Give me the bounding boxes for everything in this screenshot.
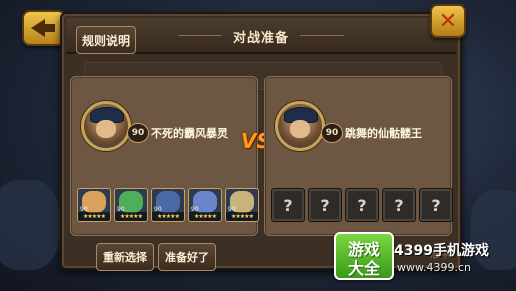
left-player-card: 90 不死的霸风暴灵 90 ★★★★★ 90 ★★★★★ 90 ★★★★★ 90… <box>70 76 259 236</box>
unit-slot[interactable]: 90 ★★★★★ <box>151 188 185 222</box>
watermark-logo: 游戏 大全 <box>334 232 394 280</box>
hidden-unit-slot: ? <box>345 188 379 222</box>
battle-prep-panel: 对战准备 规则说明 90 不死的霸风暴灵 90 ★★★★★ 90 ★★★★★ 9… <box>60 12 462 271</box>
rules-button[interactable]: 规则说明 <box>76 26 136 54</box>
level-badge: 90 <box>321 123 343 143</box>
player-name: 不死的霸风暴灵 <box>151 127 228 140</box>
unit-slot[interactable]: 90 ★★★★★ <box>114 188 148 222</box>
background-rock <box>0 180 60 270</box>
avatar <box>275 101 325 151</box>
avatar <box>81 101 131 151</box>
star-rating: ★★★★★ <box>115 212 147 221</box>
close-icon: ✕ <box>438 8 458 34</box>
panel-header: 对战准备 规则说明 <box>66 18 456 54</box>
unit-slot[interactable]: 90 ★★★★★ <box>188 188 222 222</box>
watermark-url: www.4399.cn <box>397 261 471 274</box>
close-button[interactable]: ✕ <box>430 4 466 38</box>
level-badge: 90 <box>127 123 149 143</box>
right-player-card: 90 跳舞的仙骷髅王 ? ? ? ? ? <box>264 76 453 236</box>
hidden-unit-slot: ? <box>382 188 416 222</box>
player-name: 跳舞的仙骷髅王 <box>345 127 422 140</box>
unit-row: ? ? ? ? ? <box>271 188 453 222</box>
unit-slot[interactable]: 90 ★★★★★ <box>225 188 259 222</box>
hidden-unit-slot: ? <box>308 188 342 222</box>
star-rating: ★★★★★ <box>189 212 221 221</box>
star-rating: ★★★★★ <box>226 212 258 221</box>
hidden-unit-slot: ? <box>419 188 453 222</box>
ready-button[interactable]: 准备好了 <box>158 243 216 271</box>
back-arrow-icon <box>43 24 55 32</box>
watermark-logo-text: 大全 <box>347 259 380 278</box>
hero-face <box>290 120 310 138</box>
watermark-title: 4399手机游戏 <box>394 243 489 259</box>
hero-face <box>96 120 116 138</box>
unit-slot[interactable]: 90 ★★★★★ <box>77 188 111 222</box>
reselect-button[interactable]: 重新选择 <box>96 243 154 271</box>
title-ornament <box>300 35 344 36</box>
star-rating: ★★★★★ <box>152 212 184 221</box>
unit-row: 90 ★★★★★ 90 ★★★★★ 90 ★★★★★ 90 ★★★★★ 90 ★… <box>77 188 259 222</box>
hidden-unit-slot: ? <box>271 188 305 222</box>
star-rating: ★★★★★ <box>78 212 110 221</box>
